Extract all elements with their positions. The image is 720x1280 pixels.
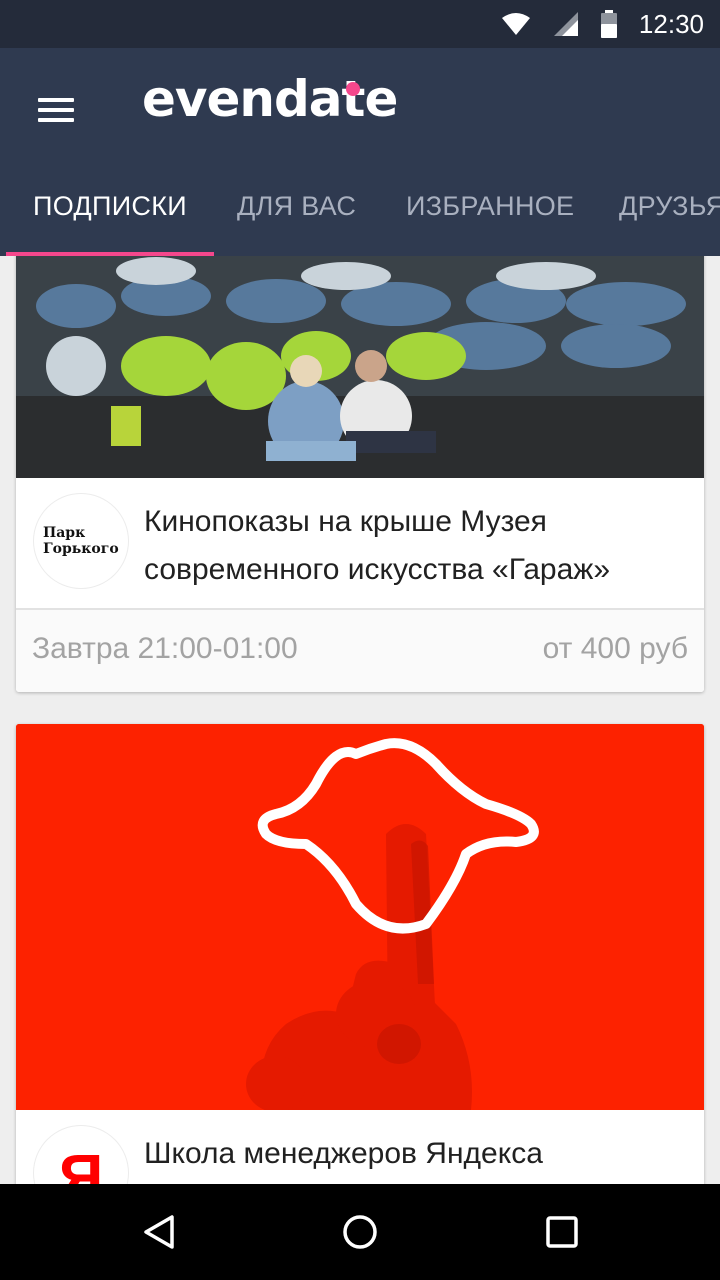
event-info[interactable]: Я Школа менеджеров Яндекса (16, 1110, 704, 1184)
event-feed[interactable]: Парк Горького Кинопоказы на крыше Музея … (0, 256, 720, 1184)
organizer-logo-line: Парк (43, 525, 86, 541)
tab-for-you[interactable]: ДЛЯ ВАС (237, 174, 356, 256)
tab-subscriptions[interactable]: ПОДПИСКИ (33, 174, 187, 256)
menu-button[interactable] (22, 80, 90, 140)
rooftop-cinema-photo (16, 256, 704, 478)
organizer-avatar[interactable]: Я (34, 1126, 128, 1184)
tab-friends[interactable]: ДРУЗЬЯ (619, 174, 720, 256)
logo-dot-icon (346, 82, 360, 96)
event-title[interactable]: Школа менеджеров Яндекса (144, 1130, 684, 1178)
event-price: от 400 руб (542, 632, 688, 665)
back-button[interactable] (120, 1202, 200, 1262)
home-icon (343, 1215, 377, 1249)
organizer-logo-line: Горького (43, 541, 119, 557)
hamburger-menu-icon (38, 98, 74, 122)
recents-button[interactable] (522, 1202, 602, 1262)
event-info[interactable]: Парк Горького Кинопоказы на крыше Музея … (16, 478, 704, 610)
event-image[interactable] (16, 256, 704, 478)
event-title[interactable]: Кинопоказы на крыше Музея современного и… (144, 498, 684, 594)
status-time: 12:30 (638, 8, 704, 39)
event-card[interactable]: Парк Горького Кинопоказы на крыше Музея … (16, 256, 704, 692)
tab-bar: ПОДПИСКИ ДЛЯ ВАС ИЗБРАННОЕ ДРУЗЬЯ (0, 174, 720, 256)
event-card[interactable]: Я Школа менеджеров Яндекса (16, 724, 704, 1184)
tab-favorites[interactable]: ИЗБРАННОЕ (406, 174, 574, 256)
app-logo: evendate (142, 70, 398, 128)
organizer-avatar[interactable]: Парк Горького (34, 494, 128, 588)
battery-icon (600, 10, 617, 38)
status-icons: 12:30 (501, 0, 704, 48)
back-icon (144, 1215, 174, 1249)
signal-icon (553, 11, 579, 37)
event-footer: Завтра 21:00-01:00 от 400 руб (16, 610, 704, 692)
red-hand-poster (16, 724, 704, 1110)
event-image[interactable] (16, 724, 704, 1110)
app-bar: evendate ПОДПИСКИ ДЛЯ ВАС ИЗБРАННОЕ ДРУЗ… (0, 48, 720, 256)
event-date: Завтра 21:00-01:00 (32, 632, 298, 665)
wifi-icon (501, 12, 531, 36)
yandex-logo-letter: Я (58, 1143, 104, 1185)
recents-icon (546, 1216, 578, 1248)
status-bar: 12:30 (0, 0, 720, 48)
system-nav-bar (0, 1184, 720, 1280)
home-button[interactable] (320, 1202, 400, 1262)
